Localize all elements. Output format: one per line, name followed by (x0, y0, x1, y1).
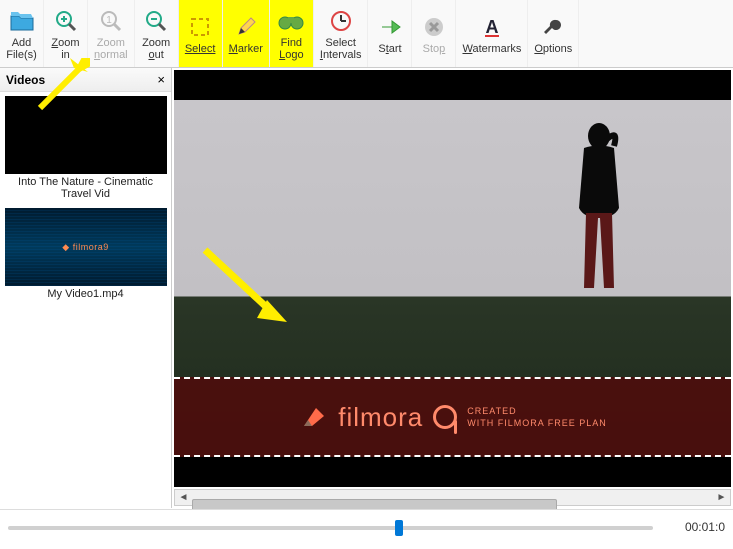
video-thumbnail (5, 96, 167, 174)
video-item[interactable]: Into The Nature - Cinematic Travel Vid (0, 92, 171, 204)
find-logo-label: FindLogo (279, 37, 303, 61)
watermark-text: filmora CREATED WITH FILMORA FREE PLAN (338, 402, 607, 433)
add-files-button[interactable]: Add File(s) (0, 0, 44, 67)
watermarks-label: Watermarks (462, 43, 521, 55)
marker-tool-button[interactable]: Marker (223, 0, 270, 67)
zoom-normal-label: Zoomnormal (94, 37, 128, 61)
clock-icon (329, 7, 353, 35)
video-thumbnail: ◆ filmora9 (5, 208, 167, 286)
dashed-select-icon (189, 13, 211, 41)
pencil-icon (235, 13, 257, 41)
find-logo-button[interactable]: FindLogo (270, 0, 314, 67)
zoom-out-button[interactable]: Zoomout (135, 0, 179, 67)
select-label: Select (185, 43, 216, 55)
select-intervals-button[interactable]: SelectIntervals (314, 0, 369, 67)
stop-label: Stop (423, 43, 446, 55)
person-silhouette (564, 118, 634, 298)
arrow-right-icon (378, 13, 402, 41)
zoom-normal-button[interactable]: 1 Zoomnormal (88, 0, 135, 67)
svg-text:A: A (485, 17, 498, 37)
preview-pane: filmora CREATED WITH FILMORA FREE PLAN ◄… (172, 68, 733, 508)
svg-text:1: 1 (106, 15, 112, 26)
video-name: My Video1.mp4 (47, 288, 123, 300)
add-files-label: Add File(s) (6, 37, 37, 61)
binoculars-icon (278, 7, 304, 35)
filmora-logo-icon (298, 402, 328, 432)
horizontal-scrollbar[interactable]: ◄ ► (174, 489, 731, 506)
video-list: Into The Nature - Cinematic Travel Vid ◆… (0, 92, 171, 508)
watermarks-button[interactable]: A Watermarks (456, 0, 528, 67)
watermark-selection[interactable]: filmora CREATED WITH FILMORA FREE PLAN (174, 377, 731, 457)
scroll-right-icon[interactable]: ► (713, 492, 730, 503)
timeline-playhead[interactable] (395, 520, 403, 536)
main-toolbar: Add File(s) Zoomin 1 Zoomnormal Zoomout … (0, 0, 733, 68)
timeline-bar: 00:01:0 (0, 509, 733, 549)
videos-sidebar: Videos × Into The Nature - Cinematic Tra… (0, 68, 172, 508)
wrench-icon (542, 13, 564, 41)
zoom-in-icon (54, 7, 78, 35)
video-name: Into The Nature - Cinematic Travel Vid (6, 176, 166, 200)
sidebar-header: Videos × (0, 68, 171, 92)
sidebar-title: Videos (6, 73, 45, 87)
select-intervals-label: SelectIntervals (320, 37, 362, 61)
select-tool-button[interactable]: Select (179, 0, 223, 67)
close-icon[interactable]: × (157, 72, 165, 87)
zoom-in-button[interactable]: Zoomin (44, 0, 88, 67)
zoom-in-label: Zoomin (51, 37, 79, 61)
stop-button[interactable]: Stop (412, 0, 456, 67)
zoom-out-label: Zoomout (142, 37, 170, 61)
timeline-time: 00:01:0 (685, 520, 725, 534)
text-a-icon: A (481, 13, 503, 41)
nine-icon (433, 405, 457, 429)
zoom-reset-icon: 1 (99, 7, 123, 35)
options-label: Options (534, 43, 572, 55)
scroll-left-icon[interactable]: ◄ (175, 492, 192, 503)
marker-label: Marker (229, 43, 263, 55)
start-label: Start (378, 43, 401, 55)
video-item[interactable]: ◆ filmora9 My Video1.mp4 (0, 204, 171, 304)
start-button[interactable]: Start (368, 0, 412, 67)
timeline-track[interactable] (8, 526, 653, 530)
folder-icon (9, 7, 35, 35)
video-preview[interactable]: filmora CREATED WITH FILMORA FREE PLAN (174, 70, 731, 487)
zoom-out-icon (144, 7, 168, 35)
main-area: Videos × Into The Nature - Cinematic Tra… (0, 68, 733, 508)
options-button[interactable]: Options (528, 0, 579, 67)
x-circle-icon (422, 13, 446, 41)
